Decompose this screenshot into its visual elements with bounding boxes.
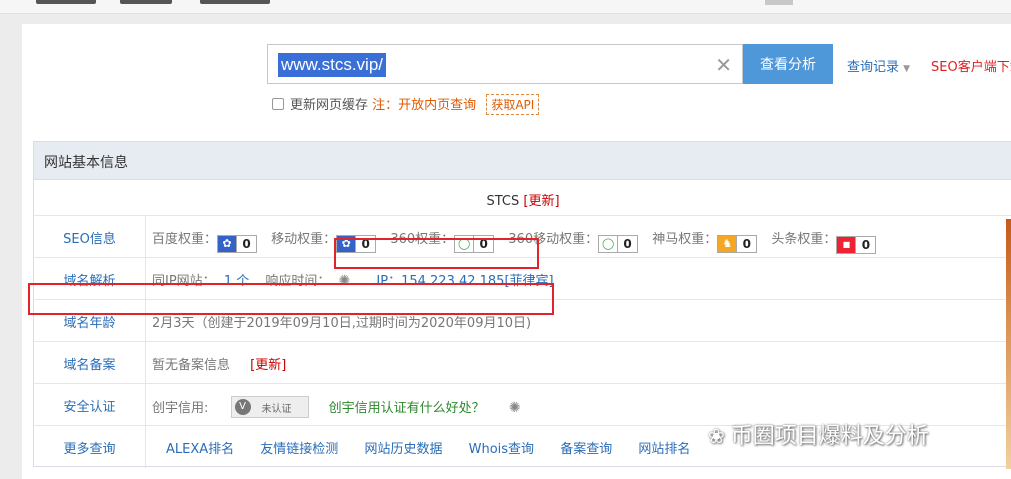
search-input[interactable]: www.stcs.vip/ ✕ <box>267 44 743 84</box>
360-ring-icon: ◯ <box>599 236 618 252</box>
history-label: 查询记录 <box>847 60 900 75</box>
weight-label: 神马权重： <box>652 232 718 247</box>
security-values: 创宇信用: V 未认证 创宇信用认证有什么好处？ ✺ <box>152 396 525 418</box>
nav-item-cutoff[interactable] <box>120 0 172 4</box>
weight-value: 0 <box>617 236 638 252</box>
toutiao-icon: ■ <box>837 237 856 253</box>
search-input-value: www.stcs.vip/ <box>278 53 387 77</box>
weight-badge[interactable]: ✿ 0 <box>217 235 258 253</box>
baidu-paw-icon: ✿ <box>218 236 237 252</box>
watermark: ❀ 币圈项目爆料及分析 <box>708 418 929 450</box>
weight-value: 0 <box>736 236 757 252</box>
weight-badge[interactable]: ♞ 0 <box>717 235 758 253</box>
credit-certificate-badge[interactable]: V 未认证 <box>230 396 309 418</box>
wechat-icon: ❀ <box>708 424 725 448</box>
weight-label: 头条权重： <box>771 232 837 247</box>
promo-icon <box>765 0 793 5</box>
cert-status: 未认证 <box>261 404 292 415</box>
weight-label: 移动权重： <box>271 232 337 247</box>
weight-badge[interactable]: ◯ 0 <box>598 235 639 253</box>
watermark-text: 币圈项目爆料及分析 <box>730 424 929 449</box>
site-rank-link[interactable]: 网站排名 <box>638 442 690 457</box>
row-label[interactable]: 安全认证 <box>34 384 146 426</box>
refresh-cache-checkbox[interactable] <box>272 98 284 110</box>
history-dropdown[interactable]: 查询记录 ▼ <box>847 56 910 75</box>
weight-shenma: 神马权重： ♞ 0 <box>652 228 758 253</box>
nav-item-cutoff[interactable] <box>36 0 96 4</box>
refresh-cache-label: 更新网页缓存 <box>290 98 369 113</box>
icp-values: 暂无备案信息 [更新] <box>152 354 286 373</box>
row-label[interactable]: 域名备案 <box>34 342 146 384</box>
icp-row: 域名备案 暂无备案信息 [更新] <box>34 342 1011 384</box>
search-button[interactable]: 查看分析 <box>743 44 833 84</box>
credit-label: 创宇信用: <box>152 401 209 416</box>
domain-age-highlight-box <box>28 283 554 315</box>
more-links: ALEXA排名 友情链接检测 网站历史数据 Whois查询 备案查询 网站排名 <box>166 438 712 457</box>
history-data-link[interactable]: 网站历史数据 <box>364 442 442 457</box>
seo-client-link[interactable]: SEO客户端下载 <box>931 56 1011 75</box>
nav-item-cutoff[interactable] <box>200 0 270 4</box>
shenma-horse-icon: ♞ <box>718 236 737 252</box>
clear-icon[interactable]: ✕ <box>715 53 732 77</box>
weight-toutiao: 头条权重： ■ 0 <box>771 228 877 254</box>
ip-highlight-box <box>334 238 539 269</box>
site-name-row: STCS [更新] <box>34 180 1011 216</box>
options-row: 更新网页缓存 注：开放内页查询 获取API <box>272 94 540 115</box>
inner-page-note[interactable]: 注：开放内页查询 <box>372 98 476 113</box>
row-label[interactable]: 更多查询 <box>34 426 146 468</box>
credit-benefit-link[interactable]: 创宇信用认证有什么好处？ <box>329 401 485 416</box>
side-ad-strip <box>1006 219 1011 469</box>
top-navigation-strip <box>0 0 1011 14</box>
alexa-link[interactable]: ALEXA排名 <box>166 442 234 457</box>
weight-baidu: 百度权重： ✿ 0 <box>152 228 258 253</box>
friend-links-link[interactable]: 友情链接检测 <box>260 442 338 457</box>
weight-value: 0 <box>855 237 876 253</box>
section-title: 网站基本信息 <box>34 142 1011 180</box>
weight-value: 0 <box>236 236 257 252</box>
weight-badge[interactable]: ■ 0 <box>836 236 877 254</box>
chevron-down-icon: ▼ <box>903 64 911 74</box>
row-label[interactable]: SEO信息 <box>34 216 146 258</box>
loading-spinner-icon: ✺ <box>508 400 521 416</box>
weight-label: 百度权重： <box>152 232 218 247</box>
site-name: STCS <box>486 194 520 209</box>
update-link[interactable]: [更新] <box>523 194 559 209</box>
icp-update-link[interactable]: [更新] <box>250 358 286 373</box>
icp-value: 暂无备案信息 <box>152 358 231 373</box>
whois-link[interactable]: Whois查询 <box>469 442 534 457</box>
verified-v-icon: V <box>234 399 251 415</box>
icp-query-link[interactable]: 备案查询 <box>560 442 612 457</box>
get-api-button[interactable]: 获取API <box>486 94 540 115</box>
